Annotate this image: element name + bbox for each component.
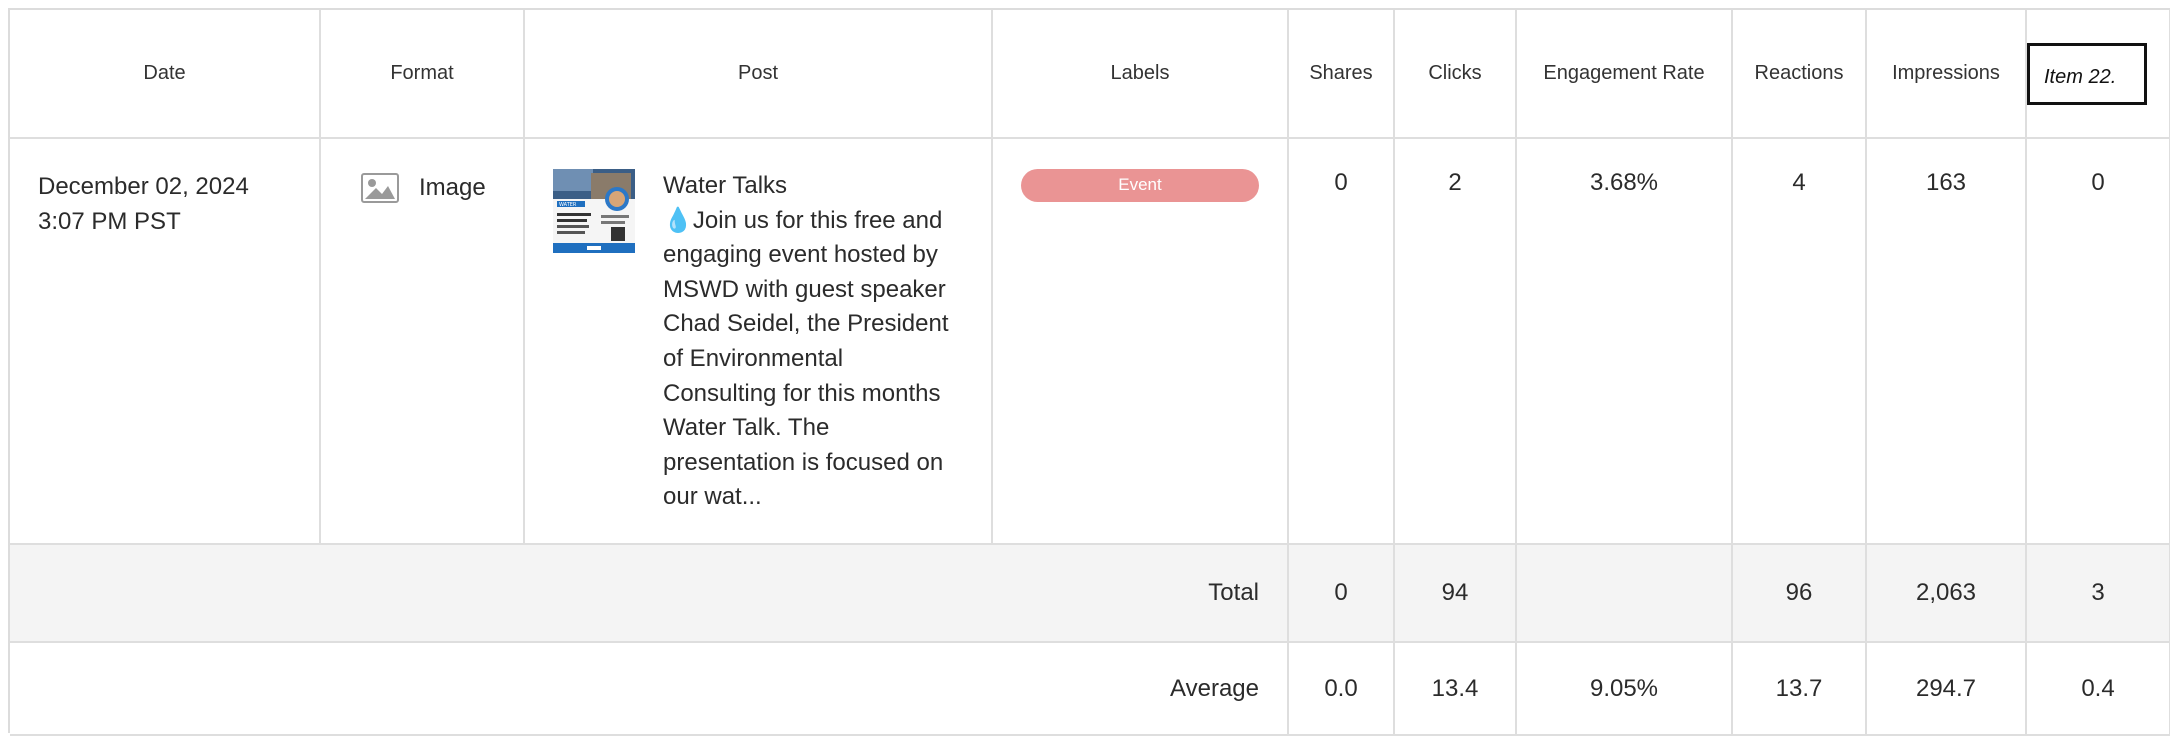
average-clicks: 13.4 bbox=[1394, 642, 1517, 736]
post-time: 3:07 PM PST bbox=[38, 208, 181, 235]
column-header-clicks[interactable]: Clicks bbox=[1394, 10, 1517, 139]
posts-report-table: Date Format Post Labels Shares Clicks En… bbox=[10, 10, 2170, 736]
table-row[interactable]: December 02, 2024 3:07 PM PST Image WATE… bbox=[10, 138, 2170, 545]
posts-report-table-container: Date Format Post Labels Shares Clicks En… bbox=[8, 8, 2170, 736]
post-date: December 02, 2024 bbox=[38, 173, 249, 200]
column-header-format[interactable]: Format bbox=[320, 10, 525, 139]
post-body: 💧Join us for this free and engaging even… bbox=[663, 206, 949, 511]
format-label: Image bbox=[419, 174, 486, 201]
post-thumbnail[interactable]: WATER bbox=[553, 169, 635, 253]
average-reactions: 13.7 bbox=[1732, 642, 1867, 736]
column-header-labels[interactable]: Labels bbox=[992, 10, 1289, 139]
impressions-cell: 163 bbox=[1866, 138, 2027, 545]
column-header-impressions[interactable]: Impressions bbox=[1866, 10, 2027, 139]
reactions-cell: 4 bbox=[1732, 138, 1867, 545]
total-item: 3 bbox=[2026, 544, 2170, 643]
item-cell: 0 bbox=[2026, 138, 2170, 545]
label-badge-event[interactable]: Event bbox=[1021, 169, 1259, 202]
total-row: Total 0 94 96 2,063 3 bbox=[10, 544, 2170, 643]
post-title: Water Talks bbox=[663, 172, 788, 199]
column-header-post[interactable]: Post bbox=[524, 10, 993, 139]
average-impressions: 294.7 bbox=[1866, 642, 2027, 736]
post-cell: WATER Water Talks 💧Join us for this free… bbox=[524, 138, 993, 545]
table-header-row: Date Format Post Labels Shares Clicks En… bbox=[10, 10, 2170, 139]
column-header-item[interactable]: Item 22. bbox=[2026, 10, 2170, 139]
total-engagement-rate bbox=[1516, 544, 1733, 643]
total-reactions: 96 bbox=[1732, 544, 1867, 643]
average-item: 0.4 bbox=[2026, 642, 2170, 736]
total-clicks: 94 bbox=[1394, 544, 1517, 643]
average-label: Average bbox=[10, 642, 1289, 736]
total-impressions: 2,063 bbox=[1866, 544, 2027, 643]
image-icon bbox=[361, 173, 399, 203]
labels-cell: Event bbox=[992, 138, 1289, 545]
total-label: Total bbox=[10, 544, 1289, 643]
column-header-shares[interactable]: Shares bbox=[1288, 10, 1395, 139]
format-cell: Image bbox=[320, 138, 525, 545]
post-text[interactable]: Water Talks 💧Join us for this free and e… bbox=[663, 169, 963, 515]
svg-text:WATER: WATER bbox=[559, 202, 577, 208]
total-shares: 0 bbox=[1288, 544, 1395, 643]
column-header-engagement-rate[interactable]: Engagement Rate bbox=[1516, 10, 1733, 139]
average-row: Average 0.0 13.4 9.05% 13.7 294.7 0.4 bbox=[10, 642, 2170, 736]
average-shares: 0.0 bbox=[1288, 642, 1395, 736]
shares-cell: 0 bbox=[1288, 138, 1395, 545]
average-engagement-rate: 9.05% bbox=[1516, 642, 1733, 736]
clicks-cell: 2 bbox=[1394, 138, 1517, 545]
item-column-header-box[interactable]: Item 22. bbox=[2027, 42, 2147, 105]
column-header-reactions[interactable]: Reactions bbox=[1732, 10, 1867, 139]
engagement-rate-cell: 3.68% bbox=[1516, 138, 1733, 545]
date-cell: December 02, 2024 3:07 PM PST bbox=[10, 138, 321, 545]
column-header-date[interactable]: Date bbox=[10, 10, 321, 139]
